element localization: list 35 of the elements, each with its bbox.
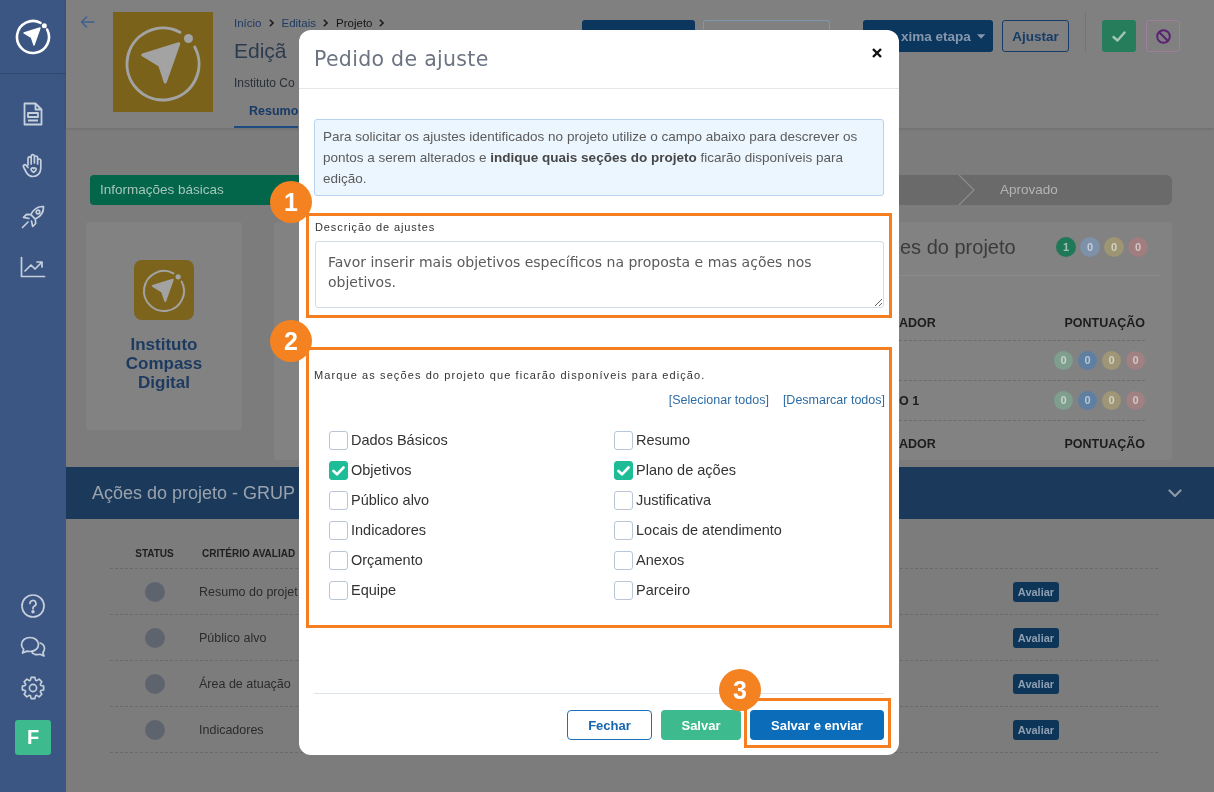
dialog-title: Pedido de ajuste [314, 47, 489, 71]
section-title: Ações do projeto - GRUP [92, 482, 296, 504]
instruction-text: Marque as seções do projeto que ficarão disponíveis para edição. [314, 368, 707, 382]
table-cell: Resumo do projet [199, 584, 298, 599]
table-cell: Área de atuação [199, 676, 291, 691]
count-badge: 0 [1102, 351, 1121, 370]
panel-title: es do projeto [900, 235, 1016, 259]
count-badge: 0 [1126, 391, 1145, 410]
count-badge: 0 [1054, 391, 1073, 410]
count-badge: 0 [1054, 351, 1073, 370]
table-cell: Indicadores [199, 722, 264, 737]
group-label: O 1 [899, 393, 920, 408]
count-badge: 0 [1102, 391, 1121, 410]
number-marker: 2 [270, 320, 312, 362]
column-header: PONTUAÇÃO [1064, 437, 1145, 451]
count-badge: 0 [1078, 391, 1097, 410]
count-badge: 1 [1056, 237, 1076, 257]
count-badge: 0 [1080, 237, 1100, 257]
field-label: Descrição de ajustes [315, 220, 437, 234]
organization-subtitle: Instituto Co [234, 75, 295, 91]
number-marker: 1 [270, 181, 312, 223]
column-header: STATUS [135, 548, 174, 560]
count-badge: 0 [1128, 237, 1148, 257]
count-badge: 0 [1104, 237, 1124, 257]
column-header: ADOR [899, 437, 936, 451]
info-message: Para solicitar os ajustes identificados no projeto utilize o campo abaixo para descrever os pontos a serem alterados e indique quais seções do projeto ficarão disponíveis para edição. [314, 119, 884, 196]
page-title: Ediçã [234, 38, 287, 64]
column-header: PONTUAÇÃO [1064, 316, 1145, 330]
column-header: ADOR [899, 316, 936, 330]
count-badge: 0 [1078, 351, 1097, 370]
number-marker: 3 [719, 669, 761, 711]
organization-name: Instituto Compass Digital [124, 335, 204, 392]
table-cell: Público alvo [199, 630, 267, 645]
column-header: CRITÉRIO AVALIAD [202, 548, 296, 560]
count-badge: 0 [1126, 351, 1145, 370]
